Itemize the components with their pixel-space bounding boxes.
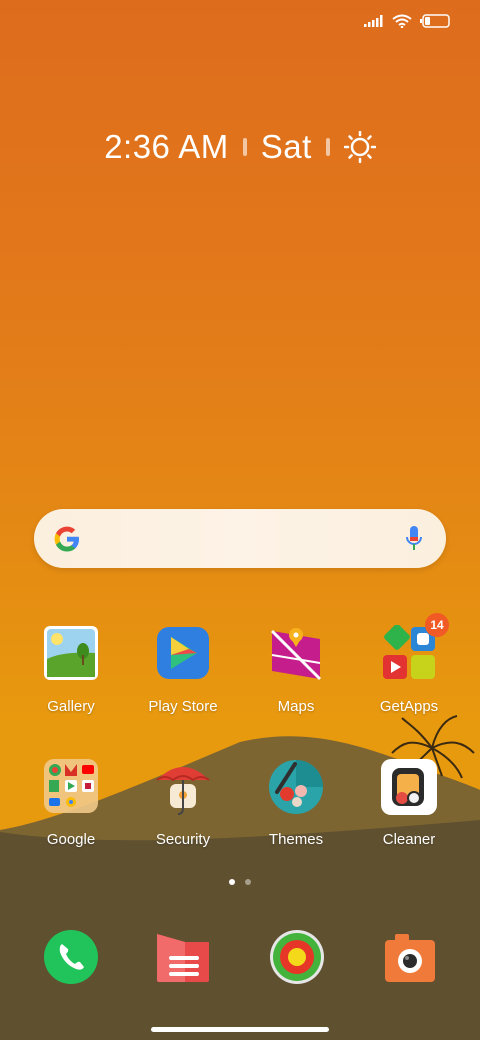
notification-badge: 14 — [425, 613, 449, 637]
clock-day: Sat — [260, 128, 312, 165]
clock-time: 2:36 AM — [104, 128, 229, 165]
page-indicator[interactable] — [0, 879, 480, 885]
app-cleaner[interactable]: Cleaner — [354, 758, 464, 848]
home-gesture-bar[interactable] — [151, 1027, 329, 1032]
app-label: Themes — [268, 831, 324, 848]
getapps-icon: 14 — [379, 613, 449, 685]
signal-icon — [364, 15, 383, 27]
dock-browser[interactable] — [268, 928, 328, 988]
app-label: GetApps — [379, 698, 439, 715]
themes-icon — [266, 758, 326, 818]
app-getapps[interactable]: 14 GetApps — [354, 613, 464, 715]
app-themes[interactable]: Themes — [241, 758, 351, 848]
app-label: Cleaner — [382, 831, 436, 848]
app-label: Gallery — [47, 698, 95, 715]
app-label: Maps — [277, 698, 315, 715]
clock-widget[interactable]: 2:36 AM Sat — [0, 128, 480, 166]
google-g-icon — [54, 526, 79, 552]
google-search-bar[interactable] — [34, 509, 446, 568]
dock-phone[interactable] — [42, 928, 102, 988]
cleaner-icon — [379, 758, 439, 818]
separator — [325, 138, 330, 156]
app-label: Security — [155, 831, 211, 848]
app-security[interactable]: Security — [128, 758, 238, 848]
app-google-folder[interactable]: Google — [16, 758, 126, 848]
google-folder-icon — [41, 758, 101, 818]
phone-icon — [44, 930, 98, 984]
separator — [242, 138, 247, 156]
app-maps[interactable]: Maps — [241, 625, 351, 715]
sun-icon — [343, 131, 376, 163]
microphone-icon[interactable] — [404, 524, 424, 554]
app-label: Google — [46, 831, 96, 848]
app-gallery[interactable]: Gallery — [16, 625, 126, 715]
dock-messages[interactable] — [155, 928, 215, 988]
camera-icon — [385, 934, 435, 982]
page-dot[interactable] — [245, 879, 251, 885]
messages-icon — [157, 934, 209, 982]
play-store-icon — [153, 625, 213, 685]
gallery-icon — [41, 625, 101, 685]
dock-camera[interactable] — [381, 928, 441, 988]
status-bar — [364, 10, 450, 32]
page-dot-active[interactable] — [229, 879, 235, 885]
wifi-icon — [392, 14, 412, 28]
app-label: Play Store — [148, 698, 218, 715]
maps-icon — [266, 625, 326, 685]
security-icon — [153, 758, 213, 818]
app-play-store[interactable]: Play Store — [128, 625, 238, 715]
browser-icon — [270, 930, 324, 984]
battery-icon — [420, 14, 450, 28]
